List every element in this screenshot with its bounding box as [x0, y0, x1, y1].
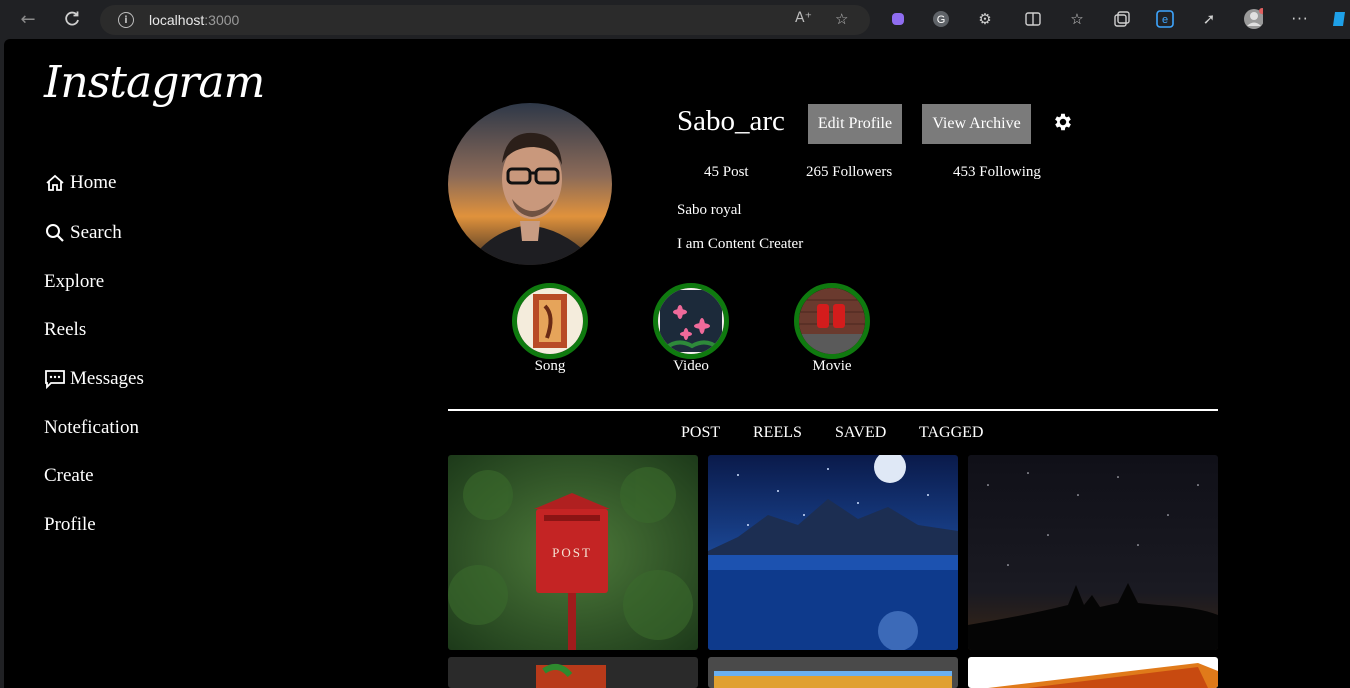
- url-text[interactable]: localhost:3000: [149, 12, 239, 28]
- refresh-icon[interactable]: [58, 5, 86, 33]
- split-screen-icon[interactable]: [1023, 9, 1043, 29]
- sidebar-item-label: Profile: [44, 514, 96, 535]
- sidebar-item-profile[interactable]: Profile: [44, 514, 96, 536]
- collections-icon[interactable]: [1112, 9, 1132, 29]
- profile-name: Sabo royal: [677, 202, 742, 218]
- edit-profile-button[interactable]: Edit Profile: [808, 104, 902, 144]
- sidebar-item-label: Notefication: [44, 417, 139, 438]
- view-archive-button[interactable]: View Archive: [922, 104, 1031, 144]
- posts-count[interactable]: 45 Post: [704, 164, 749, 181]
- edge-browser-icon[interactable]: e: [1155, 9, 1175, 29]
- profile-bio: I am Content Creater: [677, 236, 804, 252]
- home-icon: [46, 174, 64, 191]
- copilot-icon[interactable]: [1330, 9, 1350, 29]
- sidebar-item-label: Explore: [44, 271, 105, 292]
- mailbox-text: POST: [552, 545, 592, 560]
- followers-count[interactable]: 265 Followers: [806, 164, 892, 181]
- svg-text:e: e: [1162, 14, 1168, 26]
- sidebar-item-notification[interactable]: Notefication: [44, 417, 139, 439]
- following-count[interactable]: 453 Following: [953, 164, 1041, 181]
- sidebar-item-reels[interactable]: Reels: [44, 319, 86, 341]
- favorites-icon[interactable]: ☆: [1067, 9, 1087, 29]
- gear-icon[interactable]: [1052, 111, 1074, 133]
- highlight-movie[interactable]: Movie: [794, 283, 870, 375]
- extension-g-icon[interactable]: G: [931, 9, 951, 29]
- message-icon: [45, 370, 65, 390]
- sidebar-item-label: Messages: [70, 368, 144, 389]
- more-options-icon[interactable]: ···: [1290, 9, 1310, 29]
- back-icon[interactable]: ←: [14, 5, 42, 33]
- sidebar-item-messages[interactable]: Messages: [44, 368, 144, 390]
- post-night-mountains[interactable]: [708, 455, 958, 650]
- share-icon[interactable]: ➚: [1199, 9, 1219, 29]
- post-autumn-painting[interactable]: [968, 657, 1218, 688]
- extension-copilot-icon[interactable]: [888, 9, 908, 29]
- highlight-label: Song: [534, 358, 566, 374]
- info-icon[interactable]: i: [118, 12, 134, 28]
- highlight-label: Movie: [812, 358, 852, 374]
- tab-post[interactable]: POST: [681, 424, 720, 442]
- instagram-profile-page: Instagram Home Search Explore Reels Mess…: [4, 39, 1350, 688]
- profile-username: Sabo_arc: [677, 105, 785, 137]
- browser-toolbar: ← i localhost:3000 A⁺ ☆ G ⚙ ☆ e ➚ ···: [0, 0, 1350, 38]
- profile-avatar[interactable]: [448, 103, 612, 265]
- sidebar-item-search[interactable]: Search: [44, 222, 122, 244]
- tab-reels[interactable]: REELS: [753, 424, 802, 442]
- sidebar-item-label: Search: [70, 222, 122, 243]
- post-red-wall[interactable]: [448, 657, 698, 688]
- highlight-video[interactable]: Video: [653, 283, 729, 375]
- sidebar-item-label: Home: [70, 172, 117, 193]
- highlight-song[interactable]: Song: [512, 283, 588, 375]
- post-autumn-lake[interactable]: [708, 657, 958, 688]
- instagram-logo[interactable]: Instagram: [44, 57, 265, 108]
- tabs-divider: [448, 409, 1218, 411]
- tab-saved[interactable]: SAVED: [835, 424, 886, 442]
- extensions-puzzle-icon[interactable]: ⚙: [975, 9, 995, 29]
- tab-tagged[interactable]: TAGGED: [919, 424, 983, 442]
- read-aloud-icon[interactable]: A⁺: [795, 10, 812, 26]
- search-icon: [46, 224, 64, 242]
- svg-text:G: G: [937, 14, 946, 26]
- favorite-star-icon[interactable]: ☆: [835, 10, 848, 28]
- sidebar-item-create[interactable]: Create: [44, 465, 94, 487]
- sidebar-item-home[interactable]: Home: [44, 172, 116, 194]
- post-starry-sky[interactable]: [968, 455, 1218, 650]
- sidebar-item-explore[interactable]: Explore: [44, 271, 104, 293]
- post-mailbox[interactable]: POST: [448, 455, 698, 650]
- sidebar-item-label: Create: [44, 465, 94, 486]
- address-bar[interactable]: i localhost:3000 A⁺ ☆: [100, 5, 870, 35]
- profile-avatar-icon[interactable]: [1243, 8, 1263, 29]
- sidebar-item-label: Reels: [44, 319, 87, 340]
- highlight-label: Video: [673, 358, 709, 374]
